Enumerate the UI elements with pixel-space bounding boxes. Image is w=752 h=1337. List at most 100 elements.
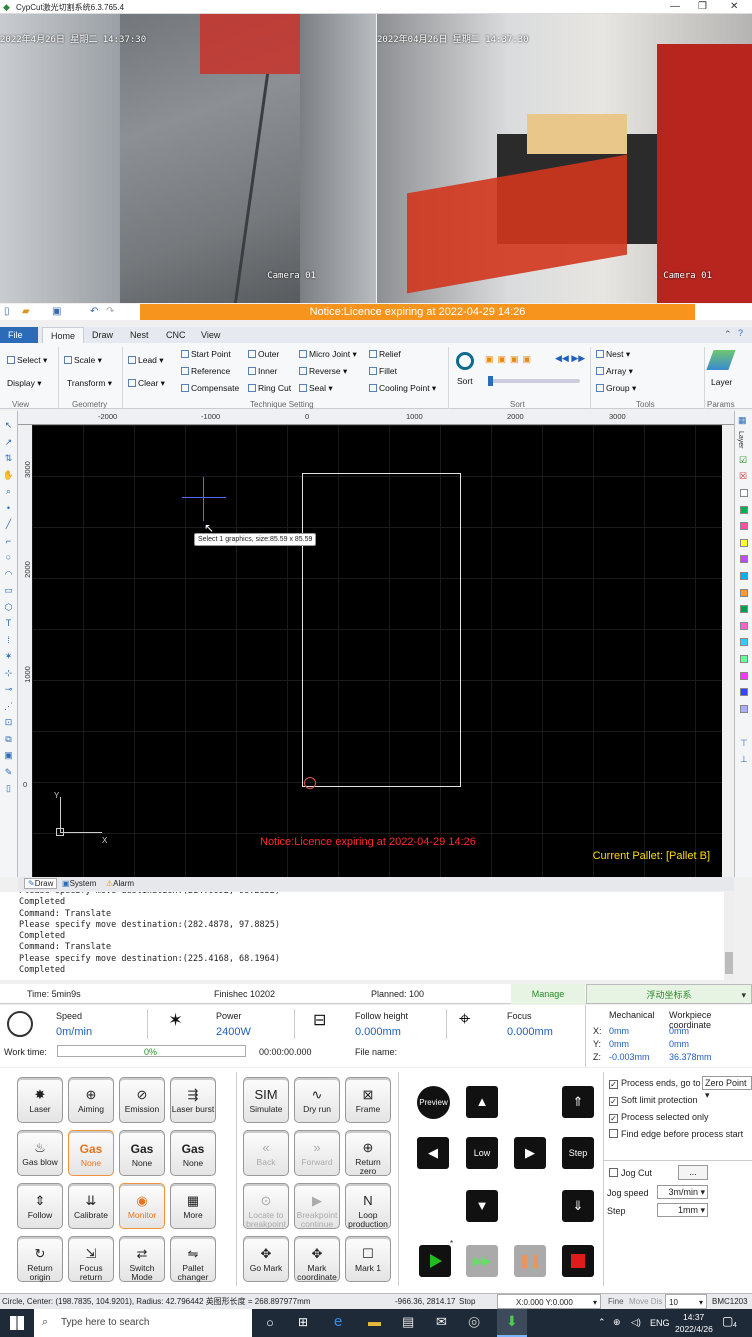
coordinate-system-select[interactable]: 浮动坐标系 ▾ [586,984,752,1004]
drawing-canvas[interactable]: ↖ Select 1 graphics, size:85.59 x 85.59 … [32,425,722,877]
none-gas-7-button[interactable]: Gas None [170,1130,216,1176]
step-select[interactable]: 1mm ▾ [657,1203,708,1217]
start-point-button[interactable]: Start Point [181,349,231,359]
go-mark-button[interactable]: ✥ Go Mark [243,1236,289,1282]
layer-color-swatch[interactable] [740,555,748,564]
break-icon[interactable]: ⋰ [0,698,17,715]
loop-production-button[interactable]: N Loop production [345,1183,391,1229]
polyline-icon[interactable]: ⌐ [0,533,17,550]
join-icon[interactable]: ⊡ [0,714,17,731]
polygon-icon[interactable]: ⬡ [0,599,17,616]
scale-button[interactable]: Scale ▾ [64,355,102,366]
save-icon[interactable]: ▣ [52,306,61,317]
seal-button[interactable]: Seal ▾ [299,383,333,394]
star-icon[interactable]: ✶ [0,648,17,665]
focus-return-button[interactable]: ⇲ Focus return [68,1236,114,1282]
jog-cut-settings-button[interactable]: ... [678,1165,708,1180]
frame-button[interactable]: ⊠ Frame [345,1077,391,1123]
layer-color-swatch[interactable] [740,671,748,680]
minimize-button[interactable]: — [670,1,680,12]
sort-slider[interactable] [488,376,580,386]
none-gas-5-button[interactable]: Gas None [68,1130,114,1176]
z-up-button[interactable]: ⇑ [562,1086,594,1118]
page-icon[interactable]: ▯ [0,780,17,797]
cooling-point-button[interactable]: Cooling Point ▾ [369,383,436,394]
compensate-button[interactable]: Compensate [181,383,239,393]
move-distance-select[interactable]: 10 ▾ [665,1294,707,1309]
process-ends-option[interactable]: ✓ Process ends, go to [609,1078,701,1089]
soft-limit-option[interactable]: ✓ Soft limit protection [609,1095,698,1106]
notification-icon[interactable]: ▢ [722,1314,733,1328]
switch-mode-button[interactable]: ⇄ Switch Mode [119,1236,165,1282]
tab-nest[interactable]: Nest [122,327,157,343]
zero-point-select[interactable]: Zero Point ▾ [702,1076,752,1100]
select-button[interactable]: Select ▾ [7,355,47,366]
console-scrollbar[interactable] [724,892,734,980]
preview-button[interactable]: Preview [417,1086,450,1119]
mark-1-button[interactable]: ☐ Mark 1 [345,1236,391,1282]
stop-button[interactable] [562,1245,594,1277]
file-explorer-icon[interactable]: ▬ [368,1314,381,1329]
rectangle-icon[interactable]: ▭ [0,582,17,599]
tab-alarm-log[interactable]: ⚠Alarm [106,879,134,888]
sort-tool-icon[interactable]: ⇅ [0,450,17,467]
calibrate-button[interactable]: ⇊ Calibrate [68,1183,114,1229]
group-button[interactable]: Group ▾ [596,383,636,394]
jog-right-button[interactable]: ▶ [514,1137,546,1169]
zoom-icon[interactable]: ⌕ [0,483,17,500]
layer-color-swatch[interactable] [740,655,748,663]
layer-icon[interactable] [706,350,736,370]
relief-button[interactable]: Relief [369,349,401,359]
layer-color-swatch[interactable] [740,638,748,647]
xy-readout-select[interactable]: X:0.000 Y:0.000 ▾ [497,1294,601,1309]
find-edge-option[interactable]: Find edge before process start [609,1129,743,1139]
clear-button[interactable]: Clear ▾ [128,378,165,389]
pan-icon[interactable]: ✋ [0,467,17,484]
pallet-changer-button[interactable]: ⇋ Pallet changer [170,1236,216,1282]
laser-tool-icon[interactable]: ✎ [0,764,17,781]
more-button[interactable]: ▦ More [170,1183,216,1229]
layer-top-icon[interactable]: ⊤ [740,738,748,749]
laser-button[interactable]: ✸ Laser [17,1077,63,1123]
tab-cnc[interactable]: CNC [158,327,194,343]
layer-panel-icon[interactable]: ▦ [738,415,747,426]
copy-icon[interactable]: ⧉ [0,731,17,748]
show-all-icon[interactable]: ☑ [739,455,747,466]
resume-button[interactable]: ▶▶ [466,1245,498,1277]
array-button[interactable]: Array ▾ [596,366,633,377]
display-button[interactable]: Display ▾ [7,378,42,389]
measure-icon[interactable]: ⊹ [0,665,17,682]
micro-joint-button[interactable]: Micro Joint ▾ [299,349,357,360]
layer-color-swatch[interactable] [740,489,748,497]
inner-button[interactable]: Inner [248,366,277,376]
step-mode-button[interactable]: Step [562,1137,594,1169]
layer-button[interactable]: Layer [711,377,732,387]
layer-color-swatch[interactable] [740,522,748,531]
tab-system-log[interactable]: ▣System [62,879,96,888]
jog-speed-select[interactable]: 3m/min ▾ [657,1185,708,1199]
clock-time[interactable]: 14:37 [683,1312,704,1322]
layer-color-swatch[interactable] [740,704,748,713]
network-icon[interactable]: ⊕ [613,1317,621,1328]
camera-icon[interactable]: ▣ [0,747,17,764]
sheet-outline[interactable] [302,473,461,787]
select-tool-icon[interactable]: ↖ [0,417,17,434]
forward-button[interactable]: » Forward [294,1130,340,1176]
task-view-icon[interactable]: ○ [266,1315,274,1330]
dry-run-button[interactable]: ∿ Dry run [294,1077,340,1123]
point-icon[interactable]: • [0,500,17,517]
undo-icon[interactable]: ↶ [90,306,98,317]
fillet-button[interactable]: Fillet [369,366,397,376]
sort-arrows-icon[interactable]: ◀◀ ▶▶ [555,353,585,364]
start-button[interactable] [419,1245,451,1277]
back-button[interactable]: « Back [243,1130,289,1176]
layer-bottom-icon[interactable]: ⊥ [740,754,748,765]
layer-color-swatch[interactable] [740,688,748,697]
start-menu-icon[interactable] [10,1316,24,1330]
help-icon[interactable]: ? [738,328,743,338]
hide-all-icon[interactable]: ☒ [739,471,747,482]
line-icon[interactable]: ╱ [0,516,17,533]
reference-button[interactable]: Reference [181,366,230,376]
manage-button[interactable]: Manage [511,984,585,1004]
breakpoint-continue-button[interactable]: ▶ Breakpoint continue [294,1183,340,1229]
